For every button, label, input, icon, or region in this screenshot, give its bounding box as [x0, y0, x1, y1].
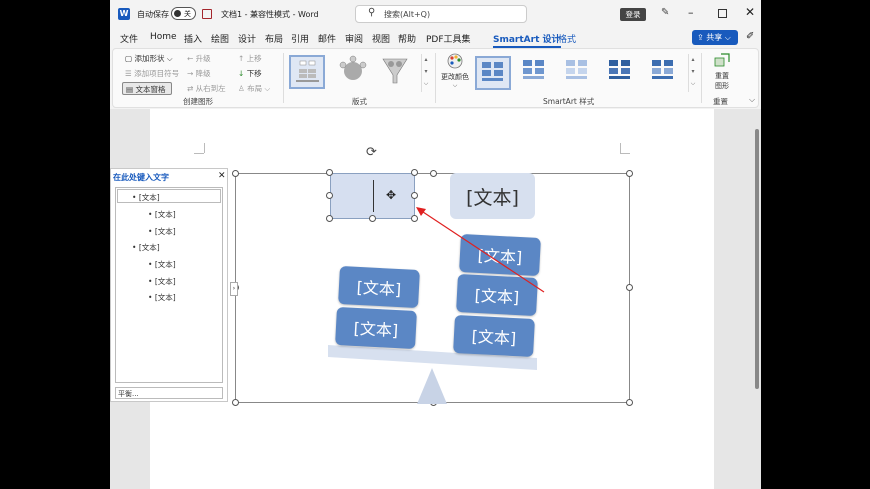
pen-icon[interactable]: ✎: [661, 7, 669, 18]
text-pane-item[interactable]: • [文本]: [132, 192, 160, 203]
move-up-button[interactable]: ↑ 上移: [238, 53, 262, 64]
style-thumb-5[interactable]: [647, 56, 683, 90]
smartart-right-box-3[interactable]: [文本]: [453, 314, 535, 358]
search-icon: ⚲: [368, 7, 376, 18]
menu-references[interactable]: 引用: [291, 32, 309, 45]
right-to-left-button[interactable]: ⇄ 从右到左: [187, 83, 226, 94]
layouts-label: 版式: [352, 97, 367, 106]
search-box[interactable]: ⚲ 搜索(Alt+Q): [355, 5, 527, 23]
save-icon[interactable]: [202, 9, 212, 19]
autosave-toggle[interactable]: 关: [171, 7, 196, 20]
menu-view[interactable]: 视图: [372, 32, 390, 45]
text-pane-footer[interactable]: 平衡...: [115, 387, 223, 399]
autosave-state: 关: [184, 10, 191, 18]
document-title: 文档1 - 兼容性模式 - Word: [221, 10, 319, 19]
search-placeholder: 搜索(Alt+Q): [384, 10, 431, 19]
reset-label: 重置: [713, 97, 728, 106]
text-pane-button[interactable]: ▤ 文本窗格: [122, 82, 172, 95]
close-icon[interactable]: ✕: [745, 5, 755, 19]
move-down-button[interactable]: ↓ 下移: [238, 68, 262, 79]
word-window: W 自动保存 关 文档1 - 兼容性模式 - Word ⚲ 搜索(Alt+Q) …: [110, 0, 761, 489]
layout-funnel-thumb[interactable]: [377, 55, 413, 89]
frame-handle-bl[interactable]: [232, 399, 239, 406]
rotate-handle-icon[interactable]: ⟳: [366, 145, 377, 160]
menu-mailings[interactable]: 邮件: [318, 32, 336, 45]
layout-button[interactable]: ♙ 布局 ⌵: [238, 83, 270, 94]
menu-draw[interactable]: 绘图: [211, 32, 229, 45]
minimize-icon[interactable]: –: [688, 6, 694, 19]
maximize-icon[interactable]: [718, 9, 727, 18]
style-thumb-2[interactable]: [518, 56, 554, 90]
menu-bar: 文件 Home 插入 绘图 设计 布局 引用 邮件 审阅 视图 帮助 PDF工具…: [110, 28, 761, 48]
text-cursor: [373, 180, 374, 212]
layout-balance-thumb[interactable]: [289, 55, 325, 89]
text-pane-toggle[interactable]: ›: [230, 282, 238, 296]
comment-icon[interactable]: ✐: [746, 31, 754, 42]
text-pane-item[interactable]: • [文本]: [148, 259, 176, 270]
share-button[interactable]: ⇪ 共享 ⌵: [692, 30, 738, 45]
text-pane-item[interactable]: • [文本]: [148, 209, 176, 220]
palette-icon: [447, 53, 463, 69]
annotation-arrow: [416, 207, 545, 293]
frame-handle-br[interactable]: [626, 399, 633, 406]
move-cursor-icon: ✥: [386, 188, 397, 202]
menu-file[interactable]: 文件: [120, 32, 138, 45]
add-bullet-button[interactable]: ☰ 添加项目符号: [125, 68, 179, 79]
menu-review[interactable]: 审阅: [345, 32, 363, 45]
word-logo-icon: W: [118, 8, 130, 20]
share-icon: ⇪: [697, 33, 704, 42]
frame-handle-tr[interactable]: [626, 170, 633, 177]
style-thumb-3[interactable]: [561, 56, 597, 90]
text-pane: 在此处键入文字 ✕ • [文本] • [文本] • [文本] • [文本] • …: [110, 168, 228, 402]
demote-button[interactable]: → 降级: [187, 68, 211, 79]
reset-graphic-button[interactable]: 重置 图形: [707, 52, 737, 92]
smartart-left-box-1[interactable]: [文本]: [338, 265, 420, 309]
login-button[interactable]: 登录: [620, 8, 646, 21]
style-thumb-1[interactable]: [475, 56, 511, 90]
frame-handle-mr[interactable]: [626, 284, 633, 291]
styles-gallery-scroll[interactable]: ▴ ▾ ⌵: [688, 54, 697, 92]
menu-home[interactable]: Home: [150, 32, 177, 42]
style-thumb-4[interactable]: [604, 56, 640, 90]
layout-circle-thumb[interactable]: [335, 55, 371, 89]
box-handle-bm[interactable]: [369, 215, 376, 222]
menu-format[interactable]: 格式: [558, 32, 576, 45]
ribbon: ▢ 添加形状 ⌵ ☰ 添加项目符号 ▤ 文本窗格 ← 升级 → 降级 ⇄ 从右到…: [112, 48, 759, 108]
menu-layout[interactable]: 布局: [265, 32, 283, 45]
text-pane-item[interactable]: • [文本]: [148, 292, 176, 303]
smartart-left-box-2[interactable]: [文本]: [335, 306, 417, 350]
vertical-scrollbar[interactable]: [755, 129, 759, 389]
menu-smartart-design[interactable]: SmartArt 设计: [493, 32, 561, 48]
text-pane-title: 在此处键入文字: [113, 173, 169, 182]
autosave-label: 自动保存: [137, 10, 169, 19]
menu-help[interactable]: 帮助: [398, 32, 416, 45]
box-handle-tr[interactable]: [411, 169, 418, 176]
text-pane-close-icon[interactable]: ✕: [218, 171, 226, 181]
box-handle-mr[interactable]: [411, 192, 418, 199]
text-pane-item[interactable]: • [文本]: [132, 242, 160, 253]
frame-handle-tm[interactable]: [430, 170, 437, 177]
frame-handle-tl[interactable]: [232, 170, 239, 177]
reset-graphic-icon: [714, 53, 730, 67]
title-bar: W 自动保存 关 文档1 - 兼容性模式 - Word ⚲ 搜索(Alt+Q) …: [110, 0, 761, 28]
promote-button[interactable]: ← 升级: [187, 53, 211, 64]
box-handle-tl[interactable]: [326, 169, 333, 176]
menu-pdf-tools[interactable]: PDF工具集: [426, 32, 471, 45]
smartart-styles-label: SmartArt 样式: [543, 97, 595, 106]
smartart-selected-box[interactable]: ✥: [330, 173, 415, 219]
add-shape-button[interactable]: ▢ 添加形状 ⌵: [125, 53, 173, 64]
text-pane-list[interactable]: • [文本] • [文本] • [文本] • [文本] • [文本] • [文本…: [115, 187, 223, 383]
box-handle-bl[interactable]: [326, 215, 333, 222]
change-colors-button[interactable]: 更改颜色 ⌵: [440, 53, 470, 93]
box-handle-ml[interactable]: [326, 192, 333, 199]
ribbon-collapse-icon[interactable]: ⌵: [749, 95, 755, 105]
menu-insert[interactable]: 插入: [184, 32, 202, 45]
menu-design[interactable]: 设计: [238, 32, 256, 45]
text-pane-item[interactable]: • [文本]: [148, 226, 176, 237]
create-graphic-label: 创建图形: [183, 97, 213, 106]
text-pane-item[interactable]: • [文本]: [148, 276, 176, 287]
layout-gallery-scroll[interactable]: ▴ ▾ ⌵: [421, 54, 430, 92]
